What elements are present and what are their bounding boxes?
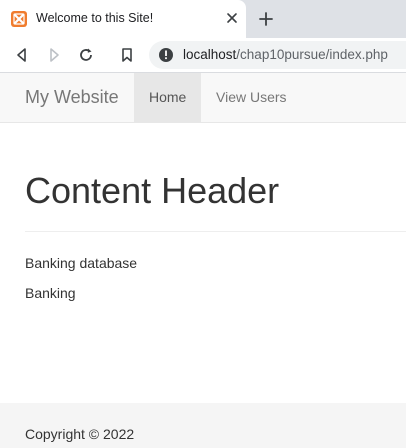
new-tab-plus-icon[interactable] — [257, 10, 275, 28]
url-text: localhost/chap10pursue/index.php — [183, 47, 388, 62]
browser-tab-strip: Welcome to this Site! — [0, 0, 406, 38]
divider — [25, 231, 406, 232]
brand-link[interactable]: My Website — [25, 87, 119, 108]
url-path: /chap10pursue/index.php — [236, 47, 388, 62]
browser-tab[interactable]: Welcome to this Site! — [0, 0, 246, 38]
footer: Copyright © 2022 — [0, 403, 406, 448]
page-title: Content Header — [25, 170, 280, 211]
bookmark-icon[interactable] — [117, 45, 137, 65]
reload-icon[interactable] — [76, 45, 96, 65]
nav-item-home[interactable]: Home — [134, 73, 202, 122]
site-info-icon[interactable] — [158, 47, 174, 63]
back-arrow-icon[interactable] — [12, 45, 32, 65]
url-host: localhost — [183, 47, 237, 62]
nav-item-view-users[interactable]: View Users — [201, 73, 302, 122]
xampp-favicon-icon — [11, 11, 27, 27]
address-bar[interactable]: localhost/chap10pursue/index.php — [149, 41, 406, 69]
copyright-text: Copyright © 2022 — [25, 426, 135, 442]
site-navbar: My Website Home View Users — [0, 73, 406, 123]
paragraph-banking: Banking — [25, 285, 76, 301]
close-tab-icon[interactable] — [224, 10, 240, 26]
paragraph-banking-database: Banking database — [25, 255, 138, 271]
tab-title: Welcome to this Site! — [36, 11, 154, 25]
forward-arrow-icon[interactable] — [44, 45, 64, 65]
browser-toolbar: localhost/chap10pursue/index.php — [0, 38, 406, 73]
